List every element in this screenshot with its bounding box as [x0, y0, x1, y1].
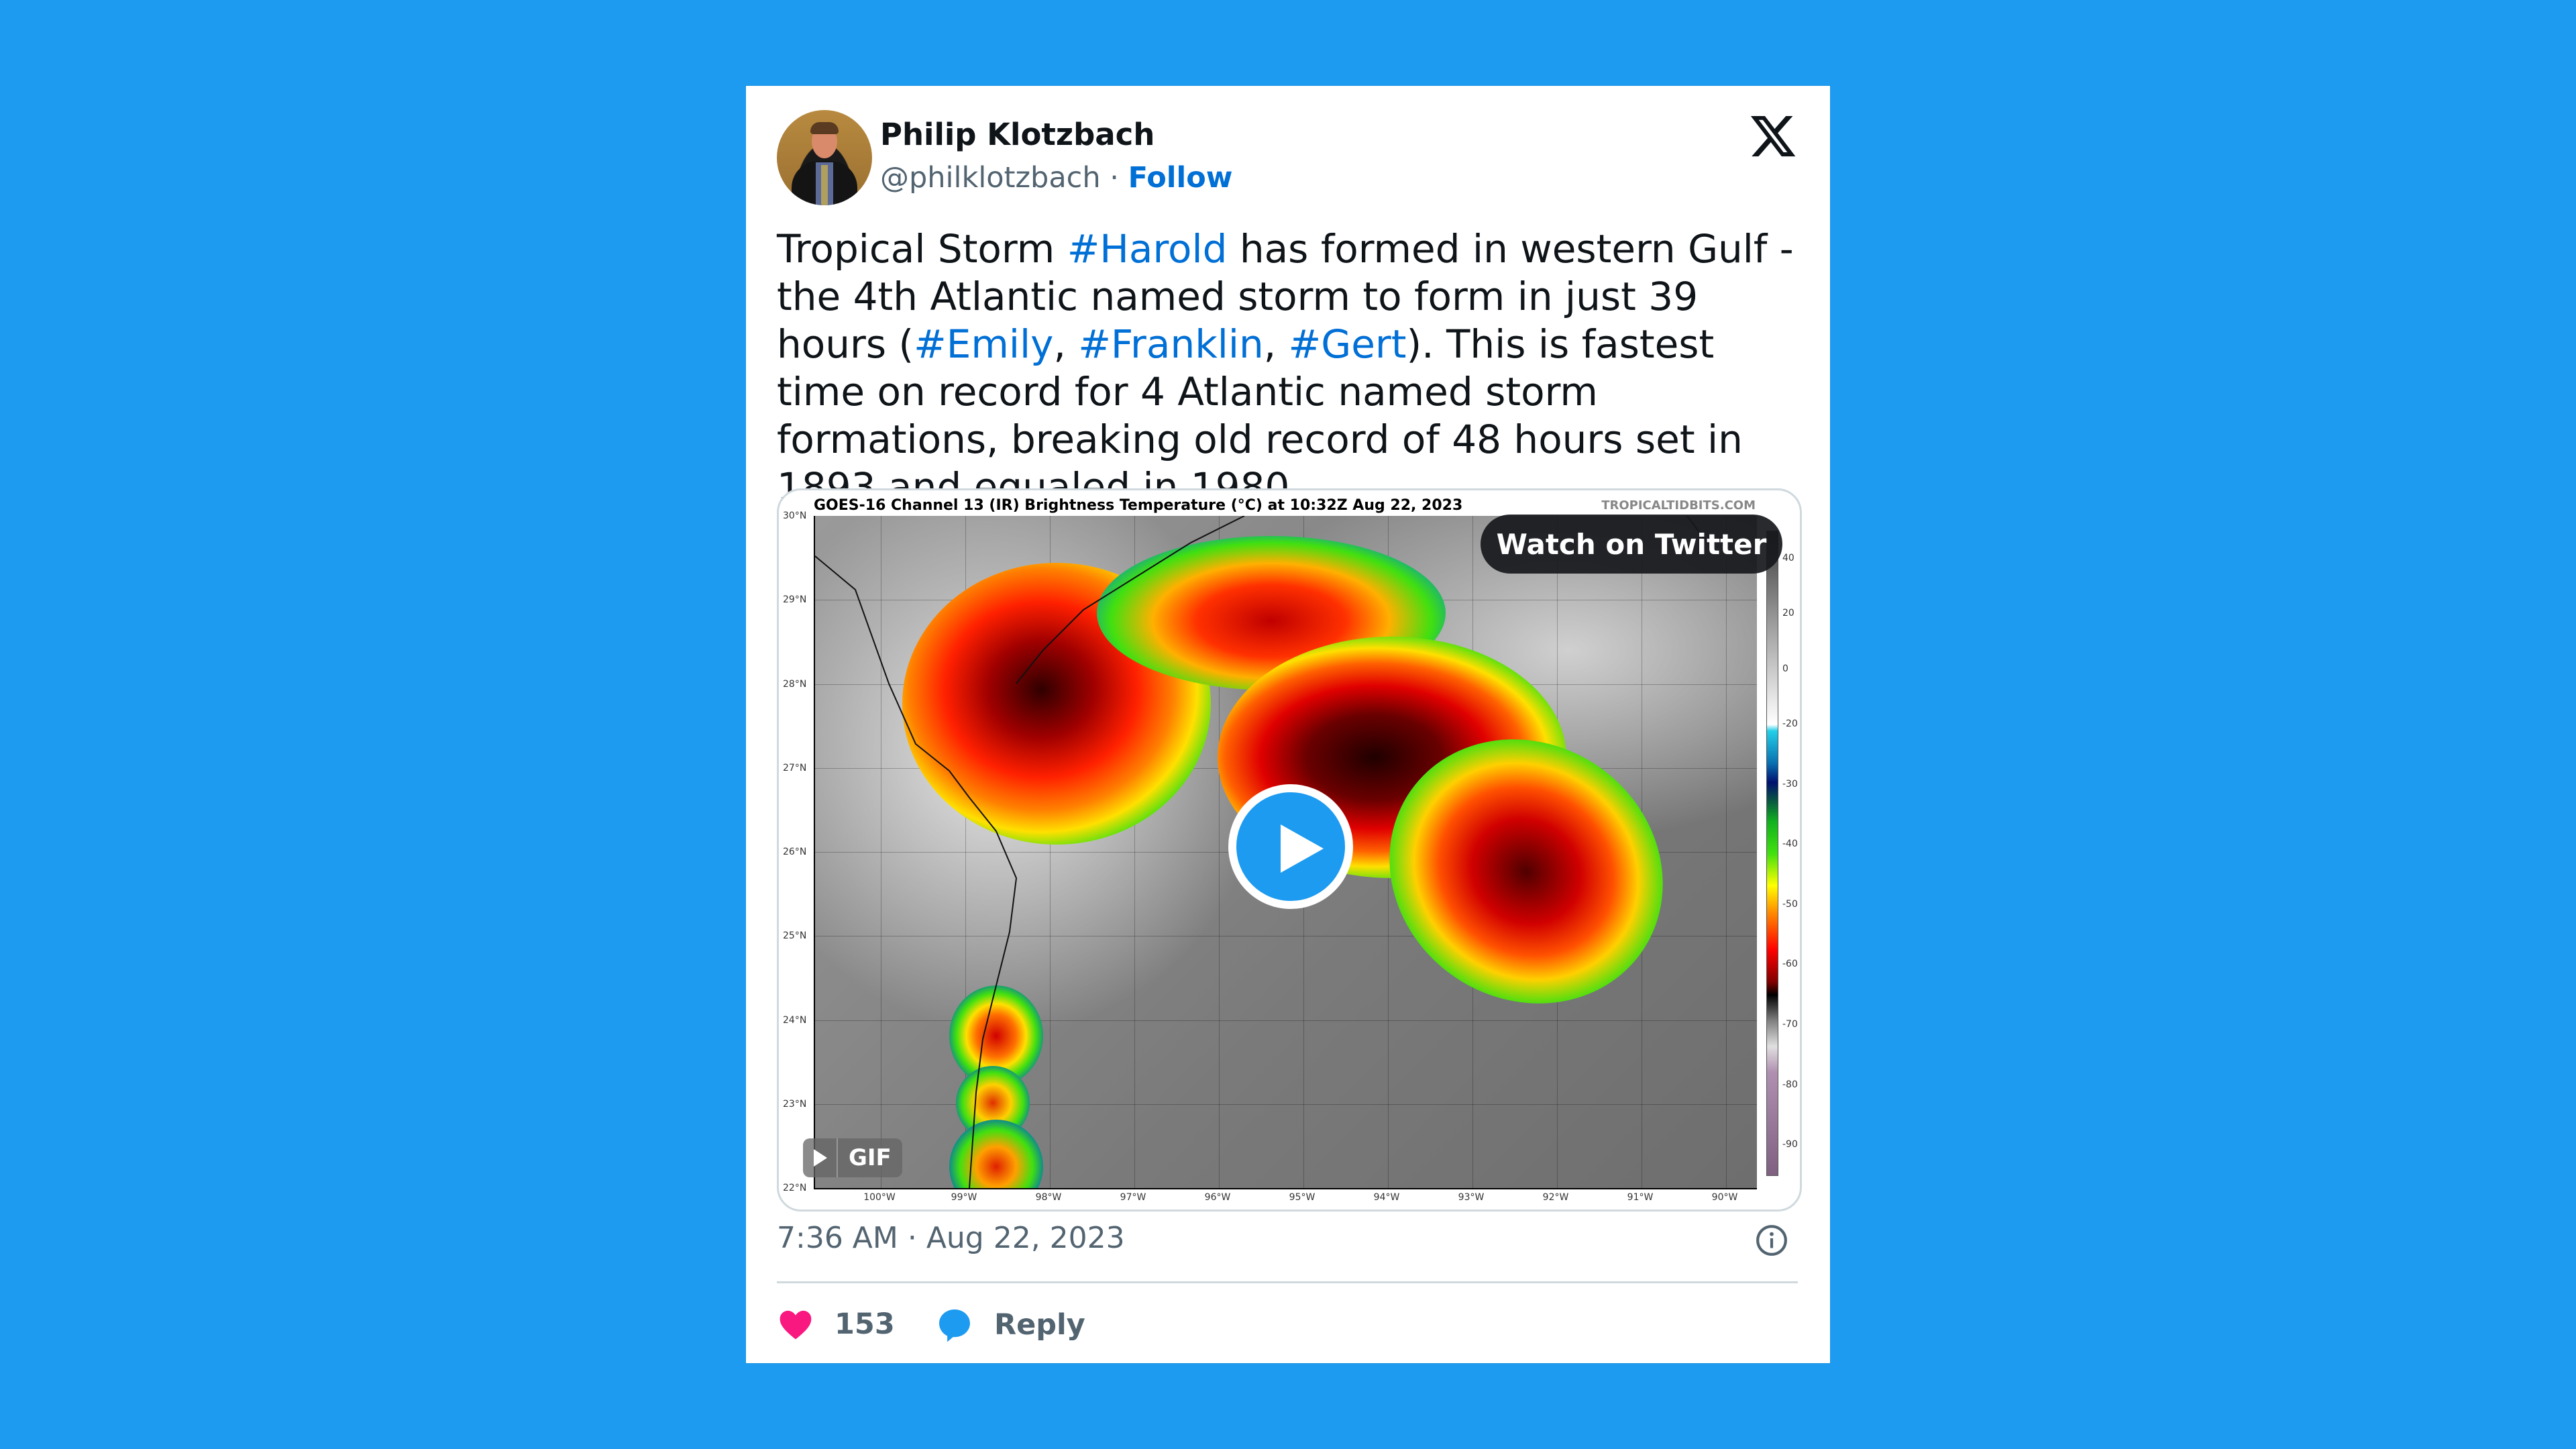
- heart-icon: [780, 1310, 812, 1340]
- author-handle-row: @philklotzbach · Follow: [880, 161, 1233, 195]
- map-credit: TROPICALTIDBITS.COM: [1601, 498, 1756, 513]
- tweet-text: Tropical Storm #Harold has formed in wes…: [777, 225, 1810, 511]
- latitude-label: 28°N: [783, 678, 807, 690]
- x-logo-icon[interactable]: [1748, 111, 1798, 161]
- reply-label: Reply: [994, 1308, 1085, 1342]
- author-name[interactable]: Philip Klotzbach: [880, 117, 1155, 152]
- latitude-label: 24°N: [783, 1014, 807, 1026]
- longitude-label: 91°W: [1627, 1192, 1654, 1203]
- longitude-label: 94°W: [1373, 1192, 1400, 1203]
- tweet-text-segment: ,: [1263, 321, 1289, 367]
- colorbar-label: 20: [1782, 608, 1794, 619]
- colorbar-label: -60: [1782, 959, 1798, 970]
- gif-label: GIF: [849, 1144, 892, 1171]
- tweet-text-segment: Tropical Storm: [777, 226, 1067, 272]
- colorbar-label: 0: [1782, 663, 1788, 674]
- gif-badge[interactable]: GIF: [803, 1138, 902, 1177]
- temperature-colorbar: [1766, 531, 1778, 1176]
- colorbar-label: 40: [1782, 553, 1794, 564]
- colorbar-label: -50: [1782, 898, 1798, 910]
- watch-on-twitter-button[interactable]: Watch on Twitter: [1481, 515, 1782, 574]
- longitude-label: 90°W: [1711, 1192, 1738, 1203]
- hashtag-link[interactable]: #Harold: [1067, 226, 1228, 272]
- latitude-label: 29°N: [783, 594, 807, 606]
- colorbar-label: -20: [1782, 718, 1798, 729]
- tweet-card: Philip Klotzbach @philklotzbach · Follow…: [746, 86, 1830, 1363]
- avatar-tie: [821, 165, 828, 205]
- longitude-label: 99°W: [951, 1192, 977, 1203]
- info-icon[interactable]: [1755, 1224, 1788, 1257]
- gif-play-icon: [814, 1149, 827, 1167]
- tweet-media[interactable]: GOES-16 Channel 13 (IR) Brightness Tempe…: [777, 488, 1802, 1212]
- longitude-label: 100°W: [863, 1192, 896, 1203]
- hashtag-link[interactable]: #Franklin: [1078, 321, 1263, 367]
- longitude-label: 93°W: [1458, 1192, 1485, 1203]
- tweet-timestamp[interactable]: 7:36 AM · Aug 22, 2023: [777, 1221, 1125, 1255]
- follow-link[interactable]: Follow: [1128, 161, 1233, 195]
- author-handle[interactable]: @philklotzbach: [880, 161, 1101, 195]
- footer-divider: [777, 1281, 1798, 1283]
- like-button[interactable]: 153: [777, 1305, 895, 1343]
- latitude-label: 27°N: [783, 762, 807, 773]
- latitude-label: 22°N: [783, 1183, 807, 1193]
- author-avatar[interactable]: [777, 110, 872, 205]
- colorbar-label: -70: [1782, 1019, 1798, 1030]
- colorbar-label: -80: [1782, 1079, 1798, 1090]
- latitude-label: 30°N: [783, 511, 807, 521]
- tweet-text-segment: ,: [1053, 321, 1079, 367]
- colorbar-label: -40: [1782, 839, 1798, 850]
- longitude-label: 95°W: [1289, 1192, 1316, 1203]
- hashtag-link[interactable]: #Gert: [1289, 321, 1407, 367]
- longitude-label: 98°W: [1035, 1192, 1062, 1203]
- colorbar-label: -90: [1782, 1139, 1798, 1150]
- hashtag-link[interactable]: #Emily: [914, 321, 1053, 367]
- play-icon: [1281, 824, 1324, 873]
- separator-dot: ·: [1100, 161, 1128, 195]
- avatar-hair: [810, 122, 839, 134]
- latitude-label: 26°N: [783, 847, 807, 857]
- reply-bubble-icon: [939, 1309, 970, 1342]
- play-button[interactable]: [1228, 784, 1353, 909]
- longitude-label: 96°W: [1204, 1192, 1231, 1203]
- reply-button[interactable]: Reply: [935, 1305, 1085, 1344]
- longitude-label: 97°W: [1120, 1192, 1146, 1203]
- gif-divider: [837, 1138, 838, 1177]
- longitude-label: 92°W: [1542, 1192, 1569, 1203]
- like-count: 153: [835, 1307, 895, 1341]
- latitude-label: 25°N: [783, 930, 807, 942]
- colorbar-label: -30: [1782, 778, 1798, 790]
- map-title: GOES-16 Channel 13 (IR) Brightness Tempe…: [814, 497, 1463, 514]
- latitude-label: 23°N: [783, 1098, 807, 1110]
